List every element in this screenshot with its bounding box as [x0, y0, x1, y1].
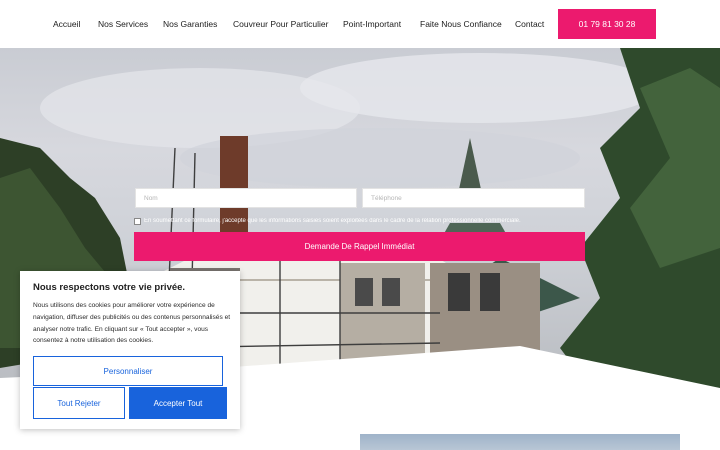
cookie-consent-dialog: Nous respectons votre vie privée. Nous u… [20, 271, 240, 429]
nav-accueil[interactable]: Accueil [53, 19, 80, 29]
nav-faite-nous-confiance[interactable]: Faite Nous Confiance [420, 19, 502, 29]
site-header: Accueil Nos Services Nos Garanties Couvr… [0, 0, 720, 48]
cookie-title: Nous respectons votre vie privée. [33, 282, 186, 293]
consent-checkbox[interactable] [134, 217, 141, 225]
nav-nos-services[interactable]: Nos Services [98, 19, 148, 29]
consent-row: En soumettant ce formulaire, j'accepte q… [134, 216, 594, 226]
nav-contact[interactable]: Contact [515, 19, 544, 29]
nav-couvreur-particulier[interactable]: Couvreur Pour Particulier [233, 19, 328, 29]
phone-input[interactable]: Téléphone [362, 188, 585, 208]
phone-button[interactable]: 01 79 81 30 28 [558, 9, 656, 39]
reject-all-button[interactable]: Tout Rejeter [33, 387, 125, 419]
accept-all-button[interactable]: Accepter Tout [129, 387, 227, 419]
nav-point-important[interactable]: Point-Important [343, 19, 401, 29]
customize-button[interactable]: Personnaliser [33, 356, 223, 386]
callback-submit-button[interactable]: Demande De Rappel Immédiat [134, 232, 585, 261]
nav-nos-garanties[interactable]: Nos Garanties [163, 19, 217, 29]
consent-text: En soumettant ce formulaire, j'accepte q… [144, 218, 521, 224]
cookie-description: Nous utilisons des cookies pour améliore… [33, 302, 231, 345]
section-image [360, 434, 680, 450]
name-input[interactable]: Nom [135, 188, 357, 208]
